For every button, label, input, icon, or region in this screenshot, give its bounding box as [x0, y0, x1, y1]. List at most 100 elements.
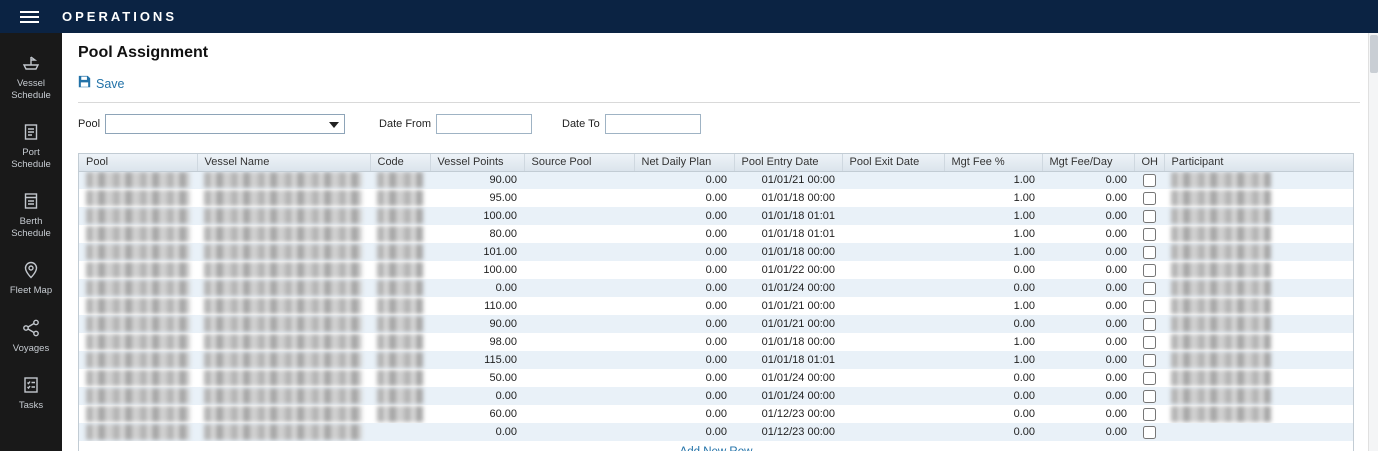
oh-checkbox[interactable] [1143, 336, 1156, 349]
cell-vessel-name [197, 423, 370, 441]
redacted-vessel-name [204, 280, 362, 296]
cell-pool-exit-date [842, 315, 944, 333]
menu-icon[interactable] [0, 11, 62, 23]
sidebar-item-port-schedule[interactable]: Port Schedule [0, 118, 62, 174]
oh-checkbox[interactable] [1143, 192, 1156, 205]
cell-source-pool [524, 243, 634, 261]
table-row[interactable]: 80.000.0001/01/18 01:011.000.00 [79, 225, 1353, 243]
table-row[interactable]: 110.000.0001/01/21 00:001.000.00 [79, 297, 1353, 315]
redacted-pool [86, 298, 190, 314]
cell-vessel-name [197, 189, 370, 207]
cell-oh [1134, 279, 1164, 297]
table-row[interactable]: 0.000.0001/01/24 00:000.000.00 [79, 279, 1353, 297]
oh-checkbox[interactable] [1143, 408, 1156, 421]
oh-checkbox[interactable] [1143, 390, 1156, 403]
cell-vessel-name [197, 279, 370, 297]
table-row[interactable]: 100.000.0001/01/22 00:000.000.00 [79, 261, 1353, 279]
sidebar-item-vessel-schedule[interactable]: Vessel Schedule [0, 49, 62, 105]
cell-vessel-name [197, 369, 370, 387]
oh-checkbox[interactable] [1143, 426, 1156, 439]
oh-checkbox[interactable] [1143, 354, 1156, 367]
oh-checkbox[interactable] [1143, 264, 1156, 277]
main-content: Pool Assignment Save Pool Date From Date… [62, 33, 1378, 451]
cell-code [370, 405, 430, 423]
cell-pool-exit-date [842, 351, 944, 369]
table-row[interactable]: 100.000.0001/01/18 01:011.000.00 [79, 207, 1353, 225]
cell-vessel-name [197, 171, 370, 189]
sidebar-item-berth-schedule[interactable]: Berth Schedule [0, 187, 62, 243]
cell-source-pool [524, 297, 634, 315]
cell-code [370, 333, 430, 351]
cell-net-daily-plan: 0.00 [634, 423, 734, 441]
cell-net-daily-plan: 0.00 [634, 243, 734, 261]
cell-net-daily-plan: 0.00 [634, 333, 734, 351]
column-header-participant: Participant [1164, 154, 1353, 171]
cell-mgt-fee-day: 0.00 [1042, 207, 1134, 225]
table-row[interactable]: 0.000.0001/01/24 00:000.000.00 [79, 387, 1353, 405]
cell-source-pool [524, 423, 634, 441]
oh-checkbox[interactable] [1143, 318, 1156, 331]
sidebar-item-tasks[interactable]: Tasks [0, 371, 62, 416]
scrollbar-thumb[interactable] [1370, 35, 1378, 73]
cell-vessel-points: 100.00 [430, 207, 524, 225]
cell-pool-exit-date [842, 171, 944, 189]
add-new-row-link[interactable]: Add New Row [680, 446, 753, 451]
cell-pool-exit-date [842, 333, 944, 351]
cell-pool [79, 315, 197, 333]
cell-vessel-name [197, 261, 370, 279]
date-from-input[interactable] [436, 114, 532, 134]
column-header-pool: Pool [79, 154, 197, 171]
oh-checkbox[interactable] [1143, 300, 1156, 313]
pool-select[interactable] [105, 114, 345, 134]
cell-vessel-name [197, 315, 370, 333]
redacted-vessel-name [204, 388, 362, 404]
cell-pool [79, 207, 197, 225]
cell-participant [1164, 279, 1353, 297]
oh-checkbox[interactable] [1143, 174, 1156, 187]
table-row[interactable]: 50.000.0001/01/24 00:000.000.00 [79, 369, 1353, 387]
cell-net-daily-plan: 0.00 [634, 315, 734, 333]
toolbar-divider [78, 102, 1360, 103]
cell-pool [79, 333, 197, 351]
cell-vessel-points: 95.00 [430, 189, 524, 207]
table-row[interactable]: 95.000.0001/01/18 00:001.000.00 [79, 189, 1353, 207]
cell-code [370, 387, 430, 405]
date-to-input[interactable] [605, 114, 701, 134]
save-button[interactable]: Save [78, 75, 148, 93]
cell-mgt-fee-day: 0.00 [1042, 279, 1134, 297]
cell-oh [1134, 333, 1164, 351]
table-row[interactable]: 101.000.0001/01/18 00:001.000.00 [79, 243, 1353, 261]
cell-pool-exit-date [842, 405, 944, 423]
oh-checkbox[interactable] [1143, 372, 1156, 385]
column-header-pool-exit-date: Pool Exit Date [842, 154, 944, 171]
cell-pool [79, 405, 197, 423]
redacted-pool [86, 370, 190, 386]
oh-checkbox[interactable] [1143, 282, 1156, 295]
redacted-vessel-name [204, 370, 362, 386]
cell-mgt-fee-pct: 1.00 [944, 243, 1042, 261]
cell-vessel-name [197, 297, 370, 315]
cell-participant [1164, 189, 1353, 207]
oh-checkbox[interactable] [1143, 210, 1156, 223]
save-button-label: Save [96, 77, 125, 91]
cell-vessel-points: 100.00 [430, 261, 524, 279]
filter-bar: Pool Date From Date To [78, 114, 1360, 134]
sidebar-item-label: Fleet Map [10, 285, 52, 297]
table-row[interactable]: 90.000.0001/01/21 00:001.000.00 [79, 171, 1353, 189]
sidebar-item-label: Voyages [13, 343, 49, 355]
table-row[interactable]: 98.000.0001/01/18 00:001.000.00 [79, 333, 1353, 351]
cell-code [370, 207, 430, 225]
sidebar-item-fleet-map[interactable]: Fleet Map [0, 256, 62, 301]
table-row[interactable]: 90.000.0001/01/21 00:000.000.00 [79, 315, 1353, 333]
table-row[interactable]: 0.000.0001/12/23 00:000.000.00 [79, 423, 1353, 441]
sidebar-item-voyages[interactable]: Voyages [0, 314, 62, 359]
oh-checkbox[interactable] [1143, 228, 1156, 241]
table-row[interactable]: 60.000.0001/12/23 00:000.000.00 [79, 405, 1353, 423]
redacted-participant [1171, 316, 1271, 332]
cell-pool [79, 297, 197, 315]
table-row[interactable]: 115.000.0001/01/18 01:011.000.00 [79, 351, 1353, 369]
oh-checkbox[interactable] [1143, 246, 1156, 259]
vertical-scrollbar[interactable] [1368, 33, 1378, 451]
cell-vessel-points: 98.00 [430, 333, 524, 351]
cell-mgt-fee-day: 0.00 [1042, 243, 1134, 261]
